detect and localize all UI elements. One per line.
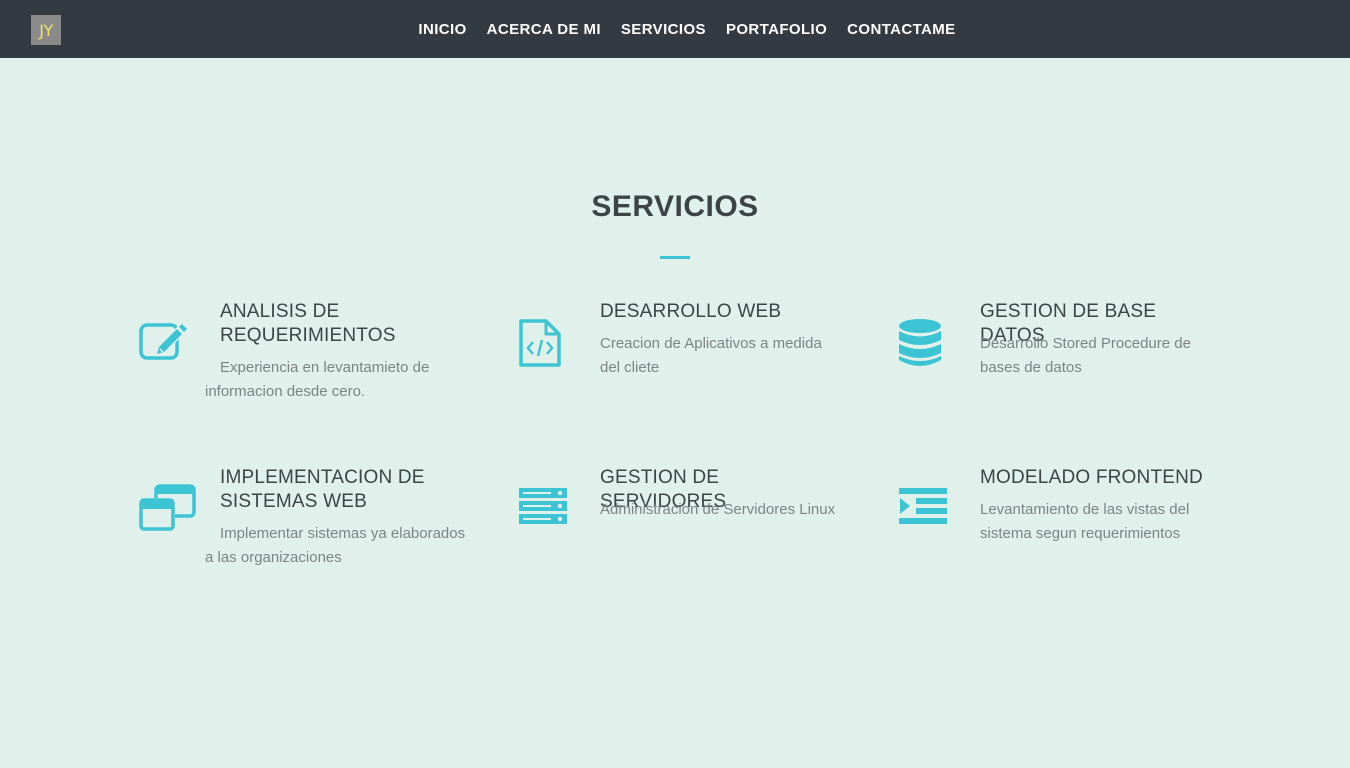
- service-title: ANALISIS DE REQUERIMIENTOS: [220, 301, 396, 346]
- top-navbar: JY INICIO ACERCA DE MI SERVICIOS PORTAFO…: [0, 0, 1350, 58]
- code-file-icon: [518, 318, 562, 368]
- indent-icon: [898, 486, 948, 528]
- service-title: MODELADO FRONTEND: [980, 467, 1203, 488]
- service-desc: Experiencia en levantamieto de informaci…: [205, 359, 430, 400]
- service-desc: Creacion de Aplicativos a medida del cli…: [600, 335, 822, 376]
- edit-icon: [138, 320, 188, 362]
- service-desc: Administracion de Servidores Linux: [600, 501, 836, 518]
- nav-link-inicio[interactable]: INICIO: [418, 21, 466, 38]
- section-title: SERVICIOS: [591, 190, 759, 223]
- database-icon: [898, 318, 942, 368]
- nav-link-acerca[interactable]: ACERCA DE MI: [487, 21, 601, 38]
- nav-link-contactame[interactable]: CONTACTAME: [847, 21, 955, 38]
- nav-link-portafolio[interactable]: PORTAFOLIO: [726, 21, 827, 38]
- service-desc: Levantamiento de las vistas del sistema …: [980, 501, 1190, 542]
- service-desc: Desarrollo Stored Procedure de bases de …: [980, 335, 1191, 376]
- main-nav: INICIO ACERCA DE MI SERVICIOS PORTAFOLIO…: [0, 0, 1350, 58]
- service-desc: Implementar sistemas ya elaborados a las…: [205, 525, 466, 566]
- service-title: DESARROLLO WEB: [600, 301, 782, 322]
- title-divider: [660, 256, 690, 259]
- service-title: IMPLEMENTACION DE SISTEMAS WEB: [220, 467, 425, 512]
- nav-link-servicios[interactable]: SERVICIOS: [621, 21, 706, 38]
- server-icon: [518, 486, 568, 528]
- windows-icon: [138, 484, 196, 534]
